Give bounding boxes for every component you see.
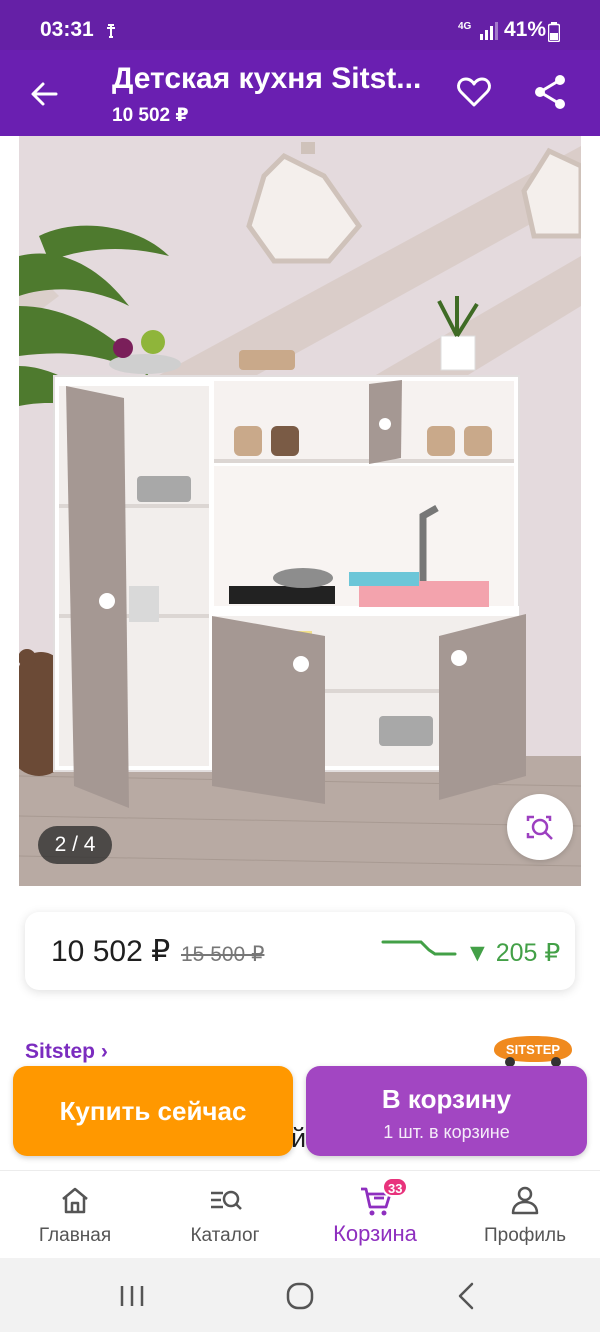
app-bar: Детская кухня Sitst... 10 502 ₽ — [0, 50, 600, 136]
old-price: 15 500 ₽ — [181, 943, 265, 966]
sitstep-logo-icon: SITSTEP — [494, 1036, 572, 1067]
nav-label-home: Главная — [38, 1225, 112, 1246]
share-icon — [535, 75, 565, 109]
network-type: 4G — [458, 21, 472, 32]
price-drop: ▼ 205 ₽ — [465, 938, 560, 968]
add-to-cart-label: В корзину — [381, 1084, 512, 1114]
notification-bulb-icon — [107, 24, 115, 38]
battery-icon — [548, 22, 560, 42]
home-circle-icon[interactable] — [280, 1276, 320, 1316]
status-time: 03:31 — [40, 18, 94, 41]
share-button[interactable] — [528, 70, 572, 114]
home-icon — [62, 1187, 88, 1214]
catalog-search-icon — [211, 1190, 242, 1210]
brand-logo[interactable]: SITSTEP — [490, 1032, 576, 1068]
battery-percent: 41% — [504, 18, 547, 41]
arrow-left-icon — [31, 82, 58, 106]
system-navigation-bar — [0, 1258, 600, 1332]
back-button[interactable] — [22, 72, 66, 116]
price-drop-amount: 205 ₽ — [495, 939, 561, 967]
back-chevron-icon[interactable] — [448, 1276, 488, 1316]
logo-text: SITSTEP — [506, 1042, 561, 1057]
status-bar: 03:31 4G 41% — [0, 0, 600, 50]
product-image-gallery[interactable]: 2 / 4 — [19, 136, 581, 886]
cabinet-door-top — [369, 380, 402, 464]
image-search-button[interactable] — [507, 794, 573, 860]
favorite-button[interactable] — [452, 70, 496, 114]
nav-label-profile: Профиль — [483, 1225, 567, 1246]
page-title: Детская кухня Sitst... — [112, 62, 422, 95]
heart-icon — [457, 77, 491, 107]
nav-item-catalog[interactable]: Каталог — [150, 1171, 300, 1259]
price-trend-icon — [381, 940, 457, 956]
cart-badge: 33 — [382, 1177, 409, 1197]
profile-icon — [511, 1186, 539, 1215]
cabinet-door-bottom-right — [439, 614, 526, 800]
nav-item-home[interactable]: Главная — [0, 1171, 150, 1259]
page-subtitle-price: 10 502 ₽ — [112, 105, 189, 126]
nav-label-catalog: Каталог — [190, 1225, 260, 1246]
brand-link[interactable]: Sitstep › — [25, 1040, 108, 1064]
add-to-cart-button[interactable]: В корзину 1 шт. в корзине — [306, 1066, 587, 1156]
cabinet-door-left — [66, 386, 129, 808]
image-search-icon — [526, 815, 553, 840]
current-price: 10 502 ₽ — [51, 935, 171, 968]
nav-label-cart: Корзина — [333, 1221, 417, 1246]
buy-now-button[interactable]: Купить сейчас — [13, 1066, 293, 1156]
bottom-navigation: Главная Каталог 33 Корзина Профиль — [0, 1170, 600, 1258]
in-cart-count: 1 шт. в корзине — [383, 1122, 510, 1142]
recents-icon[interactable] — [112, 1276, 152, 1316]
nav-item-profile[interactable]: Профиль — [450, 1171, 600, 1259]
cabinet-door-bottom-left — [212, 616, 325, 804]
nav-item-cart[interactable]: 33 Корзина — [300, 1171, 450, 1259]
price-card[interactable]: 10 502 ₽ 15 500 ₽ ▼ 205 ₽ — [25, 912, 575, 990]
signal-icon — [480, 22, 498, 40]
image-counter: 2 / 4 — [38, 826, 112, 864]
product-photo — [19, 136, 581, 886]
price-down-arrow-icon: ▼ — [465, 939, 490, 967]
